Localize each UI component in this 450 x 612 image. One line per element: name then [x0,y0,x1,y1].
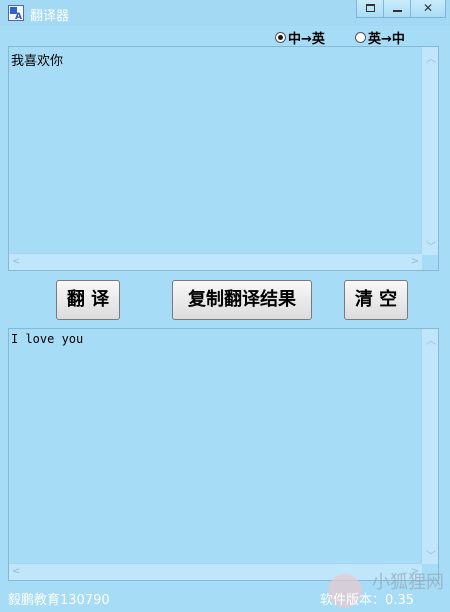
source-text-area[interactable]: 我喜欢你 ︿ ﹀ < > [8,46,439,271]
minimize-icon [393,10,402,12]
translate-button[interactable]: 翻 译 [56,280,120,320]
minimize-button[interactable] [383,0,411,18]
restore-icon [366,4,375,12]
radio-zh-to-en-label: 中→英 [288,32,325,47]
result-horizontal-scrollbar[interactable]: < > [9,563,422,580]
radio-selected-icon [275,32,286,43]
clear-button[interactable]: 清 空 [344,280,408,320]
site-watermark: 小狐狸网 [372,568,444,594]
source-vertical-scrollbar[interactable]: ︿ ﹀ [421,47,438,255]
scroll-left-icon[interactable]: < [12,256,20,267]
scroll-down-icon[interactable]: ﹀ [426,547,436,562]
translator-app-icon [8,5,24,22]
watermark-text: 小狐狸网 [372,572,444,593]
copy-result-button[interactable]: 复制翻译结果 [172,280,312,320]
radio-en-to-zh-label: 英→中 [368,32,405,47]
result-vertical-scrollbar[interactable]: ︿ ﹀ [421,329,438,564]
window-title: 翻译器 [30,9,70,24]
result-text-area[interactable]: I love you ︿ ﹀ < > [8,328,439,581]
scroll-up-icon[interactable]: ︿ [426,50,436,65]
direction-selector: 中→英 英→中 [0,28,450,47]
company-label: 毅鹏教育130790 [8,593,110,608]
title-bar: 翻译器 ✕ [0,0,450,26]
result-text: I love you [11,332,84,346]
scroll-up-icon[interactable]: ︿ [426,332,436,347]
radio-en-to-zh[interactable]: 英→中 [355,28,405,47]
scroll-left-icon[interactable]: < [12,566,20,577]
scroll-down-icon[interactable]: ﹀ [426,238,436,253]
radio-zh-to-en[interactable]: 中→英 [275,28,325,47]
radio-unselected-icon [355,32,366,43]
close-button[interactable]: ✕ [410,0,446,18]
source-horizontal-scrollbar[interactable]: < > [9,253,422,270]
close-icon: ✕ [422,1,434,15]
scroll-right-icon[interactable]: > [411,256,419,267]
restore-button[interactable] [356,0,384,18]
source-text: 我喜欢你 [11,54,64,69]
window-controls: ✕ [356,0,446,20]
